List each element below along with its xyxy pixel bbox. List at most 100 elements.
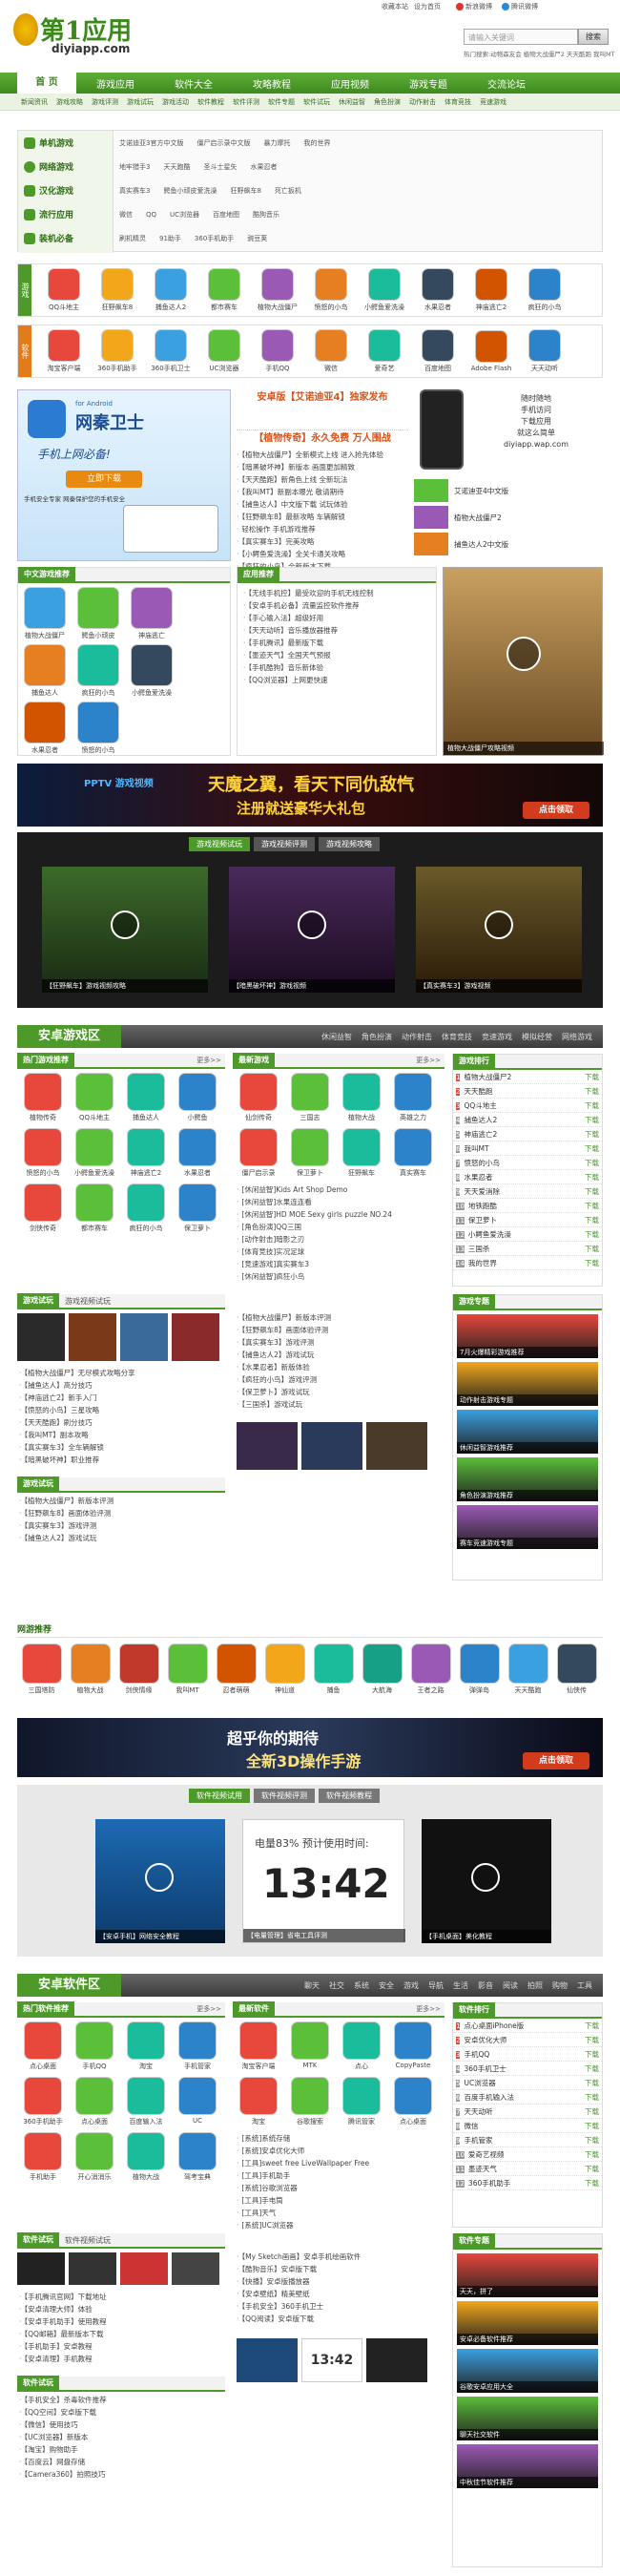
list-item[interactable]: [动作射击]暗影之刃	[237, 1233, 441, 1246]
video-card[interactable]: 【真实赛车3】游戏视频	[416, 867, 582, 993]
list-item[interactable]: 【水果忍者】新版体验	[237, 1361, 441, 1373]
list-item[interactable]: 【无线手机控】最受欢迎的手机无线控制	[243, 587, 430, 599]
banner-3d[interactable]: 超乎你的期待 全新3D操作手游 点击领取	[17, 1718, 603, 1777]
game-thumb[interactable]	[17, 1313, 65, 1361]
app-tile[interactable]: 小鳄鱼	[172, 1073, 223, 1122]
app-tile[interactable]: 爱奇艺	[358, 329, 411, 373]
app-tile[interactable]: 捕鱼达人2	[144, 268, 197, 312]
nav-topics[interactable]: 游戏专题	[389, 76, 467, 91]
list-item[interactable]: 【QQ空间】安卓版下载	[19, 2406, 223, 2419]
app-tile[interactable]: 三国志	[284, 1073, 336, 1122]
homepage-link[interactable]: 设为首页	[414, 2, 441, 11]
app-tile[interactable]: 都市赛车	[197, 268, 251, 312]
app-tile[interactable]: 腾讯管家	[336, 2077, 387, 2126]
section-tab[interactable]: 生活	[453, 1980, 468, 1991]
list-item[interactable]: [休闲益智]疯狂小鸟	[237, 1270, 441, 1283]
list-item[interactable]: 【捕鱼达人2】游戏试玩	[237, 1349, 441, 1361]
app-tile[interactable]: 仙剑传奇	[233, 1073, 284, 1122]
app-tile[interactable]: 水果忍者	[411, 268, 465, 312]
app-tile[interactable]: 谷歌搜索	[284, 2077, 336, 2126]
section-tab[interactable]: 系统	[354, 1980, 369, 1991]
section-tab[interactable]: 购物	[552, 1980, 568, 1991]
subnav-events[interactable]: 游戏活动	[162, 97, 189, 107]
tab-soft-video[interactable]: 软件视频试玩	[65, 2235, 111, 2246]
app-tile[interactable]: 手机QQ	[251, 329, 304, 373]
list-item[interactable]: [系统]系统存储	[237, 2132, 441, 2145]
subnav-soft-review[interactable]: 软件评测	[233, 97, 259, 107]
soft-thumb[interactable]	[17, 2252, 65, 2285]
subnav-news[interactable]: 新闻资讯	[21, 97, 48, 107]
rank-row[interactable]: 8 水果忍者 下载	[453, 1170, 602, 1184]
category-online[interactable]: 网络游戏	[18, 155, 113, 178]
bookmark-link[interactable]: 收藏本站	[382, 2, 408, 11]
app-tile[interactable]: Adobe Flash	[465, 330, 518, 372]
list-item[interactable]: 【植物大战僵尸】新版本评测	[237, 1311, 441, 1324]
list-item[interactable]: 【QQ浏览器】上网更快速	[243, 674, 430, 686]
rank-row[interactable]: 6 我叫MT 下载	[453, 1141, 602, 1156]
video-tab-guide[interactable]: 游戏视频攻略	[319, 836, 380, 851]
app-tile[interactable]: 360手机卫士	[144, 329, 197, 373]
list-item[interactable]: [系统]安卓优化大师	[237, 2145, 441, 2157]
list-item[interactable]: 【捕鱼达人2】游戏试玩	[19, 1532, 223, 1544]
list-item[interactable]: 【捕鱼达人】高分技巧	[19, 1379, 223, 1392]
netgame-tile[interactable]: 剑侠情缘	[114, 1644, 163, 1695]
rank-download-link[interactable]: 下载	[585, 1227, 599, 1241]
soft-video-tab-tutorial[interactable]: 软件视频教程	[319, 1789, 380, 1803]
list-item[interactable]: 【我叫MT】副本攻略	[19, 1429, 223, 1441]
category-link[interactable]: 我的世界	[303, 138, 330, 148]
netgame-tile[interactable]: 忍者萌萌	[212, 1644, 260, 1695]
topic-banner[interactable]: 赛车竞速游戏专题	[457, 1505, 598, 1549]
list-item[interactable]: 【手机助手】安卓教程	[19, 2340, 223, 2353]
list-item[interactable]: 【保卫萝卜】游戏试玩	[237, 1386, 441, 1398]
video-thumb[interactable]: 13:42	[301, 2338, 362, 2382]
section-tab[interactable]: 模拟经营	[522, 1032, 552, 1042]
list-item[interactable]: 【安卓清理大师】体验	[19, 2303, 223, 2315]
video-thumb[interactable]	[237, 2338, 298, 2382]
rank-download-link[interactable]: 下载	[585, 1127, 599, 1141]
play-icon[interactable]	[506, 637, 541, 671]
site-logo[interactable]: 第1应用 diyiapp.com	[13, 8, 156, 57]
netgame-tile[interactable]: 三国塔防	[17, 1644, 66, 1695]
video-tab-trial[interactable]: 游戏视频试玩	[189, 836, 250, 851]
list-item[interactable]: 【手心输入法】超级好用	[243, 612, 430, 624]
section-tab[interactable]: 拍照	[527, 1980, 543, 1991]
rank-row[interactable]: 5 UC浏览器 下载	[453, 2076, 602, 2090]
app-tile[interactable]: QQ斗地主	[37, 268, 91, 312]
side-item[interactable]: 艾诺迪亚4中文版	[414, 477, 603, 504]
topic-banner[interactable]: 天天，拼了	[457, 2253, 598, 2297]
app-tile[interactable]: MTK	[284, 2021, 336, 2071]
list-item[interactable]: 【植物大战僵尸】全新模式上线 进入抢先体验	[237, 449, 408, 461]
category-single[interactable]: 单机游戏	[18, 131, 113, 155]
nav-games[interactable]: 游戏应用	[76, 76, 155, 91]
nav-software[interactable]: 软件大全	[155, 76, 233, 91]
list-item[interactable]: 【安卓壁纸】精美壁纸	[237, 2288, 441, 2300]
app-tile[interactable]: 神庙逃亡2	[465, 268, 518, 312]
app-tile[interactable]: 狂野飙车	[336, 1128, 387, 1178]
topic-banner[interactable]: 7月火爆精彩游戏推荐	[457, 1314, 598, 1358]
list-item[interactable]: [竞速游戏]真实赛车3	[237, 1258, 441, 1270]
list-item[interactable]: [休闲益智]HD MOE Sexy girls puzzle NO.24	[237, 1208, 441, 1221]
rank-row[interactable]: 3 手机QQ 下载	[453, 2047, 602, 2062]
netgame-tile[interactable]: 仙侠传	[552, 1644, 601, 1695]
game-thumb[interactable]	[172, 1313, 219, 1361]
list-item[interactable]: 【狂野飙车8】画面体验评测	[19, 1507, 223, 1519]
video-thumb[interactable]	[237, 1422, 298, 1470]
tencent-weibo-link[interactable]: 腾讯微博	[511, 2, 538, 11]
rank-row[interactable]: 11 墨迹天气 下载	[453, 2162, 602, 2176]
list-item[interactable]: 【QQ阅读】安卓版下载	[237, 2313, 441, 2325]
section-tab[interactable]: 体育竞技	[442, 1032, 472, 1042]
list-item[interactable]: [系统]UC浏览器	[237, 2219, 441, 2231]
category-popular[interactable]: 流行应用	[18, 202, 113, 226]
rank-download-link[interactable]: 下载	[585, 2176, 599, 2189]
play-icon[interactable]	[485, 911, 513, 939]
list-item[interactable]: 【真实赛车3】游戏评测	[19, 1519, 223, 1532]
rank-download-link[interactable]: 下载	[585, 1099, 599, 1112]
list-item[interactable]: 【小鳄鱼爱洗澡】全关卡通关攻略	[237, 548, 408, 560]
list-item[interactable]: 【淘宝】购物助手	[19, 2443, 223, 2456]
category-link[interactable]: 天天跑酷	[163, 162, 190, 172]
rank-row[interactable]: 1 点心桌面iPhone版 下载	[453, 2019, 602, 2033]
rank-row[interactable]: 5 神庙逃亡2 下载	[453, 1127, 602, 1141]
rank-download-link[interactable]: 下载	[585, 2133, 599, 2147]
topic-banner[interactable]: 谷歌安卓应用大全	[457, 2349, 598, 2393]
app-tile[interactable]: 小鳄鱼爱洗澡	[358, 268, 411, 312]
